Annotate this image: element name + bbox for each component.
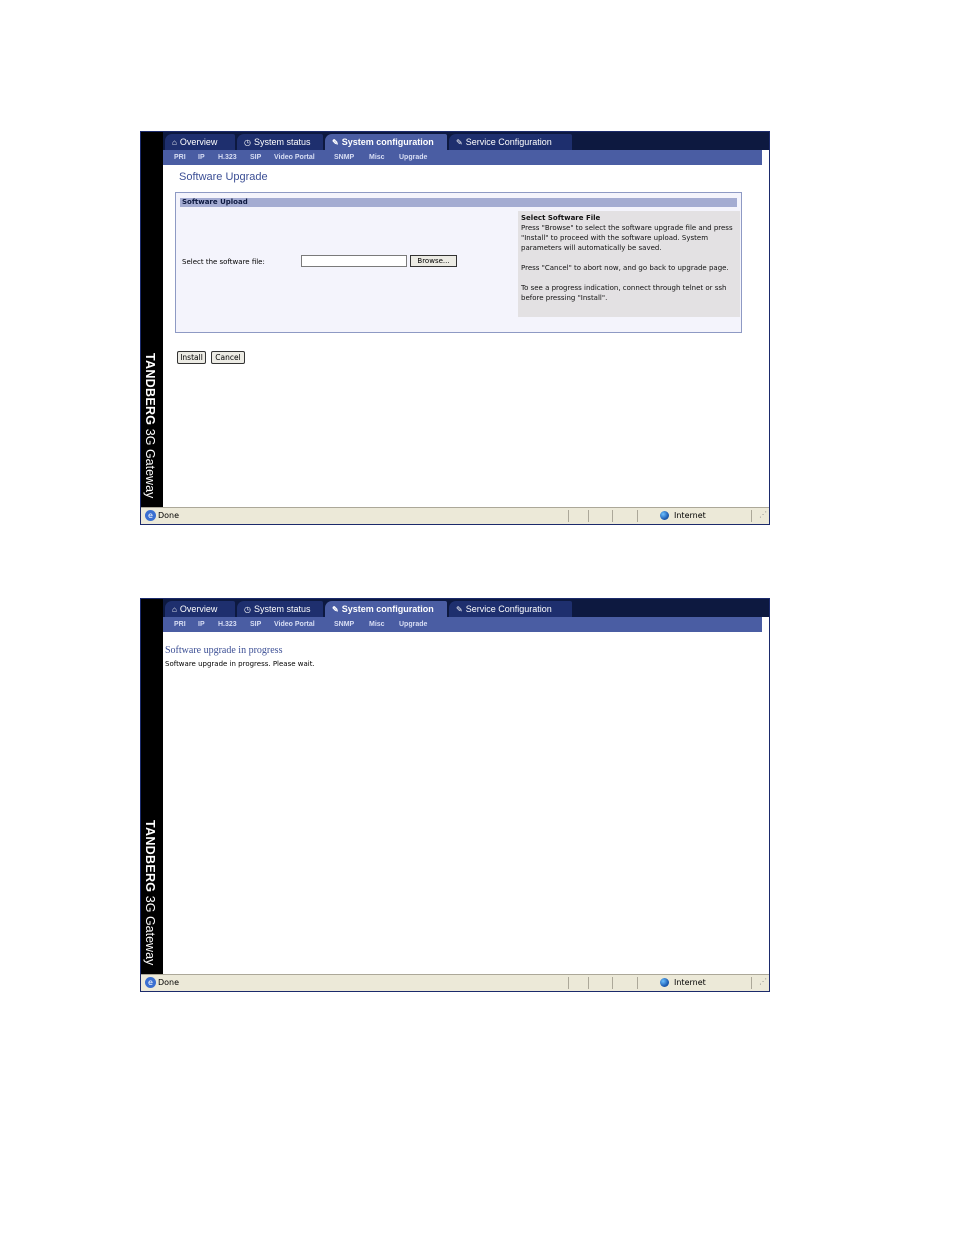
status-bar: e Done Internet ⋰ — [141, 507, 769, 524]
content-area: Software Upgrade Software Upload Select … — [163, 165, 769, 508]
browser-window-progress: TANDBERG 3G Gateway ⌂ Overview ◷ System st… — [140, 598, 770, 992]
tab-system-configuration[interactable]: ✎ System configuration — [325, 601, 447, 617]
globe-icon — [660, 978, 669, 987]
globe-icon — [660, 511, 669, 520]
subnav-pri[interactable]: PRI — [174, 150, 186, 165]
subnav-pri[interactable]: PRI — [174, 617, 186, 632]
software-file-input[interactable] — [301, 255, 407, 267]
status-icon: ◷ — [244, 138, 251, 147]
subnav-video-portal[interactable]: Video Portal — [274, 617, 315, 632]
cancel-button[interactable]: Cancel — [211, 351, 245, 364]
wrench-icon: ✎ — [456, 605, 463, 614]
status-text: Done — [158, 978, 180, 987]
resize-grip-icon[interactable]: ⋰ — [759, 507, 767, 523]
status-divider — [612, 510, 613, 522]
home-icon: ⌂ — [172, 138, 177, 147]
panel-title: Software Upload — [180, 198, 737, 207]
page-title: Software Upgrade — [179, 171, 268, 183]
wrench-icon: ✎ — [456, 138, 463, 147]
status-text: Done — [158, 511, 180, 520]
subnav-video-portal[interactable]: Video Portal — [274, 150, 315, 165]
sub-navigation: PRI IP H.323 SIP Video Portal SNMP Misc … — [163, 150, 762, 165]
status-divider — [612, 977, 613, 989]
main-tab-bar: ⌂ Overview ◷ System status ✎ System configu… — [163, 132, 769, 150]
install-button[interactable]: Install — [177, 351, 206, 364]
main-tab-bar: ⌂ Overview ◷ System status ✎ System configu… — [163, 599, 769, 617]
tab-overview[interactable]: ⌂ Overview — [165, 601, 235, 617]
progress-title: Software upgrade in progress — [165, 645, 283, 656]
browser-window-upload: TANDBERG 3G Gateway ⌂ Overview ◷ System st… — [140, 131, 770, 525]
resize-grip-icon[interactable]: ⋰ — [759, 974, 767, 990]
zone-text: Internet — [674, 978, 706, 987]
page-icon: e — [145, 977, 156, 988]
help-text-progress: To see a progress indication, connect th… — [521, 284, 727, 302]
zone-text: Internet — [674, 511, 706, 520]
status-divider — [751, 977, 752, 989]
sub-navigation: PRI IP H.323 SIP Video Portal SNMP Misc … — [163, 617, 762, 632]
status-divider — [637, 510, 638, 522]
status-divider — [751, 510, 752, 522]
tab-system-configuration[interactable]: ✎ System configuration — [325, 134, 447, 150]
tab-system-status[interactable]: ◷ System status — [237, 601, 323, 617]
status-bar: e Done Internet ⋰ — [141, 974, 769, 991]
wrench-icon: ✎ — [332, 605, 339, 614]
wrench-icon: ✎ — [332, 138, 339, 147]
file-label: Select the software file: — [182, 258, 265, 266]
subnav-h323[interactable]: H.323 — [218, 617, 237, 632]
help-box: Select Software File Press "Browse" to s… — [518, 211, 740, 317]
subnav-upgrade[interactable]: Upgrade — [399, 617, 427, 632]
subnav-misc[interactable]: Misc — [369, 617, 385, 632]
subnav-ip[interactable]: IP — [198, 150, 205, 165]
subnav-sip[interactable]: SIP — [250, 150, 261, 165]
status-divider — [568, 510, 569, 522]
brand-logo: TANDBERG 3G Gateway — [143, 352, 157, 498]
status-divider — [568, 977, 569, 989]
subnav-snmp[interactable]: SNMP — [334, 150, 354, 165]
page-icon: e — [145, 510, 156, 521]
tab-system-status[interactable]: ◷ System status — [237, 134, 323, 150]
status-icon: ◷ — [244, 605, 251, 614]
subnav-snmp[interactable]: SNMP — [334, 617, 354, 632]
browse-button[interactable]: Browse... — [410, 255, 457, 267]
brand-sidebar: TANDBERG 3G Gateway — [141, 599, 163, 975]
subnav-sip[interactable]: SIP — [250, 617, 261, 632]
home-icon: ⌂ — [172, 605, 177, 614]
help-text-browse: Press "Browse" to select the software up… — [521, 224, 733, 252]
subnav-misc[interactable]: Misc — [369, 150, 385, 165]
subnav-upgrade[interactable]: Upgrade — [399, 150, 427, 165]
subnav-ip[interactable]: IP — [198, 617, 205, 632]
tab-service-configuration[interactable]: ✎ Service Configuration — [449, 134, 572, 150]
progress-message: Software upgrade in progress. Please wai… — [165, 660, 315, 668]
software-upload-panel: Software Upload Select the software file… — [175, 192, 742, 333]
tab-service-configuration[interactable]: ✎ Service Configuration — [449, 601, 572, 617]
subnav-h323[interactable]: H.323 — [218, 150, 237, 165]
status-divider — [588, 977, 589, 989]
brand-sidebar: TANDBERG 3G Gateway — [141, 132, 163, 508]
tab-overview[interactable]: ⌂ Overview — [165, 134, 235, 150]
help-text-cancel: Press "Cancel" to abort now, and go back… — [521, 264, 729, 272]
content-area: Software upgrade in progress Software up… — [163, 632, 769, 975]
status-divider — [637, 977, 638, 989]
status-divider — [588, 510, 589, 522]
brand-logo: TANDBERG 3G Gateway — [143, 819, 157, 965]
help-title: Select Software File — [521, 214, 601, 222]
